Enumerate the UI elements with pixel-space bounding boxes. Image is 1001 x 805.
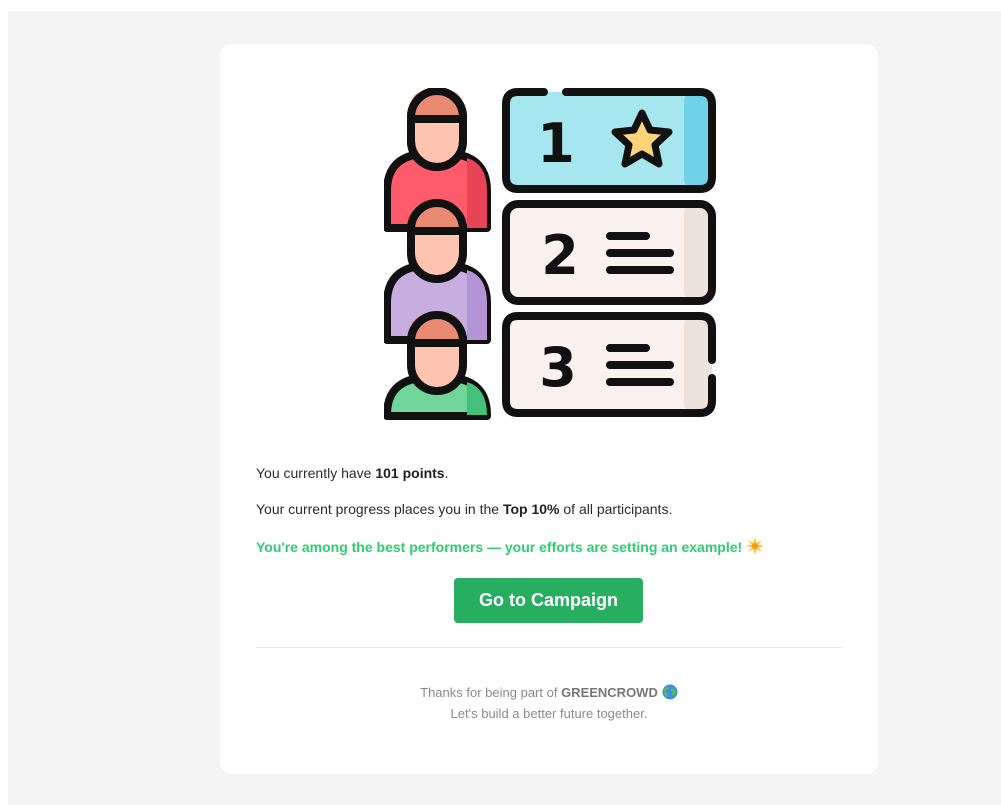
rank-number: 2 (541, 224, 579, 287)
points-value: 101 points (375, 465, 445, 481)
leaderboard-illustration: 1 2 3 (384, 88, 716, 420)
divider (256, 647, 842, 648)
progress-text: Your current progress places you in the … (256, 501, 673, 517)
leaderboard-row-3: 3 (384, 311, 716, 420)
rank-number: 3 (539, 336, 577, 399)
globe-icon (662, 684, 678, 700)
footer-tagline: Let's build a better future together. (450, 706, 648, 721)
sparkle-icon (746, 537, 765, 555)
progress-rank-value: Top 10% (502, 501, 560, 517)
go-to-campaign-button[interactable]: Go to Campaign (454, 578, 643, 623)
points-text: You currently have 101 points. (256, 465, 449, 481)
email-card: 1 2 3 You currently have 101 points. You… (220, 44, 878, 774)
rank-number: 1 (537, 112, 575, 175)
performance-highlight: You're among the best performers — your … (256, 537, 765, 555)
brand-name: GREENCROWD (561, 685, 658, 700)
footer-thanks: Thanks for being part of GREENCROWD (220, 684, 878, 700)
